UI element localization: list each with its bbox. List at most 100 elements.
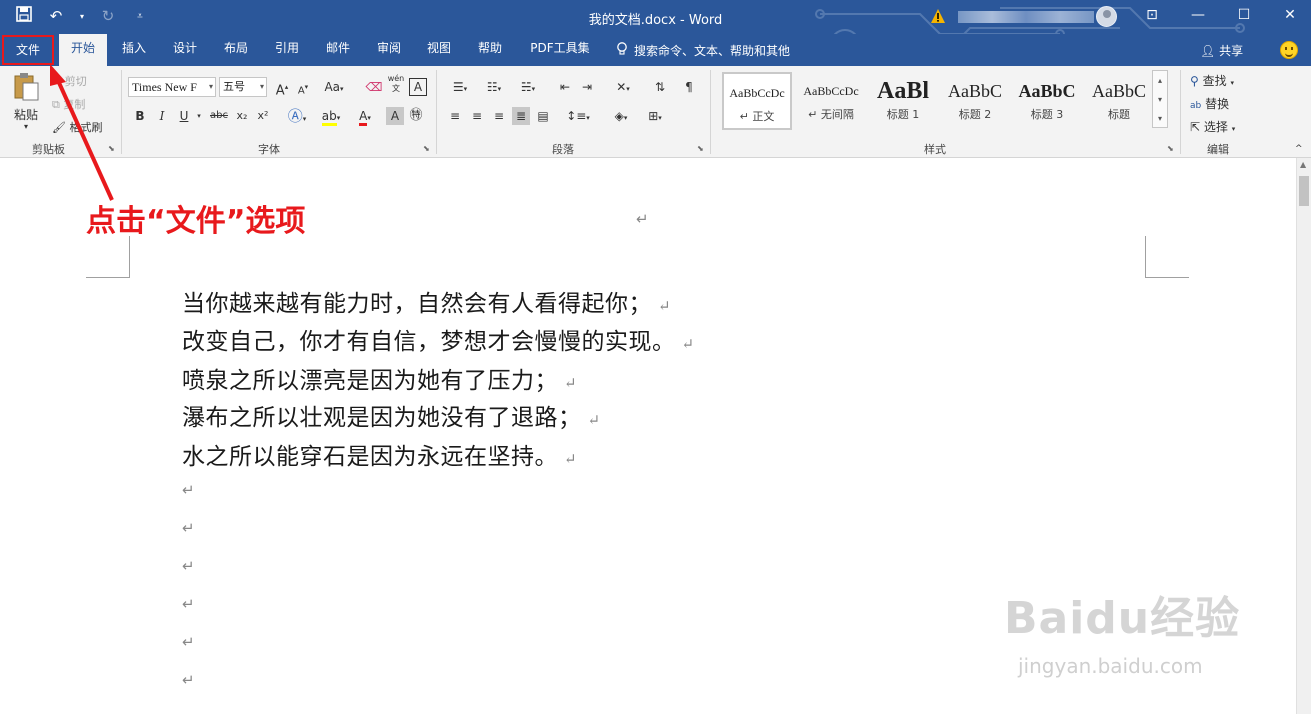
justify-icon[interactable]: ≣ xyxy=(512,107,530,125)
borders-icon[interactable]: ⊞▾ xyxy=(641,107,669,125)
align-left-icon[interactable]: ≡ xyxy=(446,107,464,125)
text-line[interactable]: 水之所以能穿石是因为永远在坚持。 ↵ xyxy=(182,437,577,471)
font-color-button[interactable]: A▾ xyxy=(350,107,380,126)
line-spacing-icon[interactable]: ↕≡▾ xyxy=(564,107,592,125)
styles-launcher-icon[interactable]: ⬊ xyxy=(1167,144,1174,153)
paste-button[interactable]: 粘贴 xyxy=(14,106,38,123)
account-name-blurred[interactable] xyxy=(958,11,1094,23)
clear-formatting-icon[interactable]: ⌫ xyxy=(365,78,383,96)
tab-design[interactable]: 设计 xyxy=(163,34,207,66)
styles-scroll[interactable]: ▴ ▾ ▾ xyxy=(1152,70,1168,128)
chevron-down-icon[interactable]: ▾ xyxy=(1153,90,1167,109)
align-right-icon[interactable]: ≡ xyxy=(490,107,508,125)
clipboard-launcher-icon[interactable]: ⬊ xyxy=(108,144,115,153)
underline-dropdown-icon[interactable]: ▾ xyxy=(190,107,208,125)
tab-file[interactable]: 文件 xyxy=(2,35,54,65)
empty-paragraph-mark[interactable]: ↵ xyxy=(182,671,195,689)
superscript-button[interactable]: x² xyxy=(254,107,272,125)
change-case-button[interactable]: Aa▾ xyxy=(320,78,348,96)
style-heading-3[interactable]: AaBbC 标题 3 xyxy=(1012,72,1082,130)
share-button[interactable]: 👤︎ 共享 xyxy=(1200,42,1243,59)
font-size-combo[interactable]: 五号 ▾ xyxy=(219,77,267,97)
style-title[interactable]: AaBbC 标题 xyxy=(1084,72,1154,130)
avatar[interactable] xyxy=(1096,6,1117,27)
character-border-button[interactable]: A xyxy=(409,78,427,96)
chevron-up-icon[interactable]: ▴ xyxy=(1153,71,1167,90)
tab-insert[interactable]: 插入 xyxy=(112,34,156,66)
strikethrough-button[interactable]: abc xyxy=(208,107,230,125)
select-button[interactable]: ⇱ 选择 ▾ xyxy=(1190,118,1235,135)
text-effects-icon[interactable]: Ⓐ▾ xyxy=(283,107,311,125)
text-line[interactable]: 喷泉之所以漂亮是因为她有了压力； ↵ xyxy=(182,361,577,395)
shading-icon[interactable]: ◈▾ xyxy=(607,107,635,125)
phonetic-guide-button[interactable]: wén 文 xyxy=(387,74,405,93)
decrease-indent-icon[interactable]: ⇤ xyxy=(556,78,574,96)
paste-icon[interactable] xyxy=(12,72,40,105)
margin-corner-mark xyxy=(86,236,130,278)
ribbon-display-icon[interactable]: ⊡ xyxy=(1142,7,1162,23)
highlight-color-button[interactable]: ab▾ xyxy=(316,107,346,126)
find-label: 查找 xyxy=(1202,74,1227,88)
vertical-scrollbar[interactable]: ▲ xyxy=(1296,158,1311,714)
tab-review[interactable]: 审阅 xyxy=(367,34,411,66)
paste-dropdown-icon[interactable]: ▾ xyxy=(24,122,28,131)
bullets-icon[interactable]: ☰▾ xyxy=(446,78,474,96)
style-heading-2[interactable]: AaBbC 标题 2 xyxy=(940,72,1010,130)
empty-paragraph-mark[interactable]: ↵ xyxy=(182,481,195,499)
align-center-icon[interactable]: ≡ xyxy=(468,107,486,125)
phonetic-label: wén xyxy=(387,74,405,83)
grow-font-button[interactable]: A▴ xyxy=(273,78,291,99)
warning-icon[interactable] xyxy=(930,8,946,24)
collapse-ribbon-icon[interactable]: ^ xyxy=(1295,144,1303,154)
paragraph-launcher-icon[interactable]: ⬊ xyxy=(697,144,704,153)
font-name-combo[interactable]: Times New F ▾ xyxy=(128,77,216,97)
shrink-font-button[interactable]: A▾ xyxy=(294,78,312,96)
tab-view[interactable]: 视图 xyxy=(417,34,461,66)
share-label: 共享 xyxy=(1219,44,1244,58)
tab-home[interactable]: 开始 xyxy=(59,34,107,66)
tab-pdf-tools[interactable]: PDF工具集 xyxy=(522,34,598,66)
multilevel-list-icon[interactable]: ☵▾ xyxy=(514,78,542,96)
grow-font-label: A xyxy=(275,83,285,99)
sort-icon[interactable]: ⇅ xyxy=(651,78,669,96)
show-marks-icon[interactable]: ¶ xyxy=(680,78,698,96)
tab-help[interactable]: 帮助 xyxy=(468,34,512,66)
style-heading-1[interactable]: AaBl 标题 1 xyxy=(868,72,938,130)
maximize-icon[interactable]: ☐ xyxy=(1234,7,1254,23)
empty-paragraph-mark[interactable]: ↵ xyxy=(182,519,195,537)
format-painter-button[interactable]: 🖌︎ 格式刷 xyxy=(52,119,102,135)
text-line[interactable]: 瀑布之所以壮观是因为她没有了退路； ↵ xyxy=(182,398,601,432)
feedback-smiley-icon[interactable] xyxy=(1280,41,1298,59)
empty-paragraph-mark[interactable]: ↵ xyxy=(182,633,195,651)
close-icon[interactable]: ✕ xyxy=(1280,7,1300,23)
empty-paragraph-mark[interactable]: ↵ xyxy=(182,557,195,575)
tab-layout[interactable]: 布局 xyxy=(214,34,258,66)
increase-indent-icon[interactable]: ⇥ xyxy=(578,78,596,96)
numbering-icon[interactable]: ☷▾ xyxy=(480,78,508,96)
scrollbar-thumb[interactable] xyxy=(1299,176,1309,206)
style-normal[interactable]: AaBbCcDc ↵ 正文 xyxy=(722,72,792,130)
cut-button[interactable]: ✂ 剪切 xyxy=(52,73,87,89)
text-line[interactable]: 改变自己，你才有自信，梦想才会慢慢的实现。 ↵ xyxy=(182,322,695,356)
replace-label: 替换 xyxy=(1205,97,1230,111)
find-button[interactable]: ⚲ 查找 ▾ xyxy=(1190,72,1234,89)
character-shading-icon[interactable]: A xyxy=(386,107,404,125)
style-no-spacing[interactable]: AaBbCcDc ↵ 无间隔 xyxy=(796,72,866,130)
tab-references[interactable]: 引用 xyxy=(265,34,309,66)
distributed-icon[interactable]: ▤ xyxy=(534,107,552,125)
text-line[interactable]: 当你越来越有能力时，自然会有人看得起你； ↵ xyxy=(182,284,671,318)
subscript-button[interactable]: x₂ xyxy=(233,107,251,125)
empty-paragraph-mark[interactable]: ↵ xyxy=(182,595,195,613)
tell-me-box[interactable]: 搜索命令、文本、帮助和其他 xyxy=(616,42,790,59)
minimize-icon[interactable]: — xyxy=(1188,7,1208,23)
enclose-characters-icon[interactable]: ㊕ xyxy=(407,107,425,125)
replace-button[interactable]: ab 替换 xyxy=(1190,95,1229,112)
font-launcher-icon[interactable]: ⬊ xyxy=(423,144,430,153)
copy-button[interactable]: ⧉ 复制 xyxy=(52,96,85,112)
chevron-up-icon[interactable]: ▲ xyxy=(1300,160,1306,169)
italic-button[interactable]: I xyxy=(153,107,171,125)
more-styles-icon[interactable]: ▾ xyxy=(1153,109,1167,128)
tab-mailings[interactable]: 邮件 xyxy=(316,34,360,66)
chinese-layout-icon[interactable]: ✕▾ xyxy=(609,78,637,96)
bold-button[interactable]: B xyxy=(131,107,149,125)
